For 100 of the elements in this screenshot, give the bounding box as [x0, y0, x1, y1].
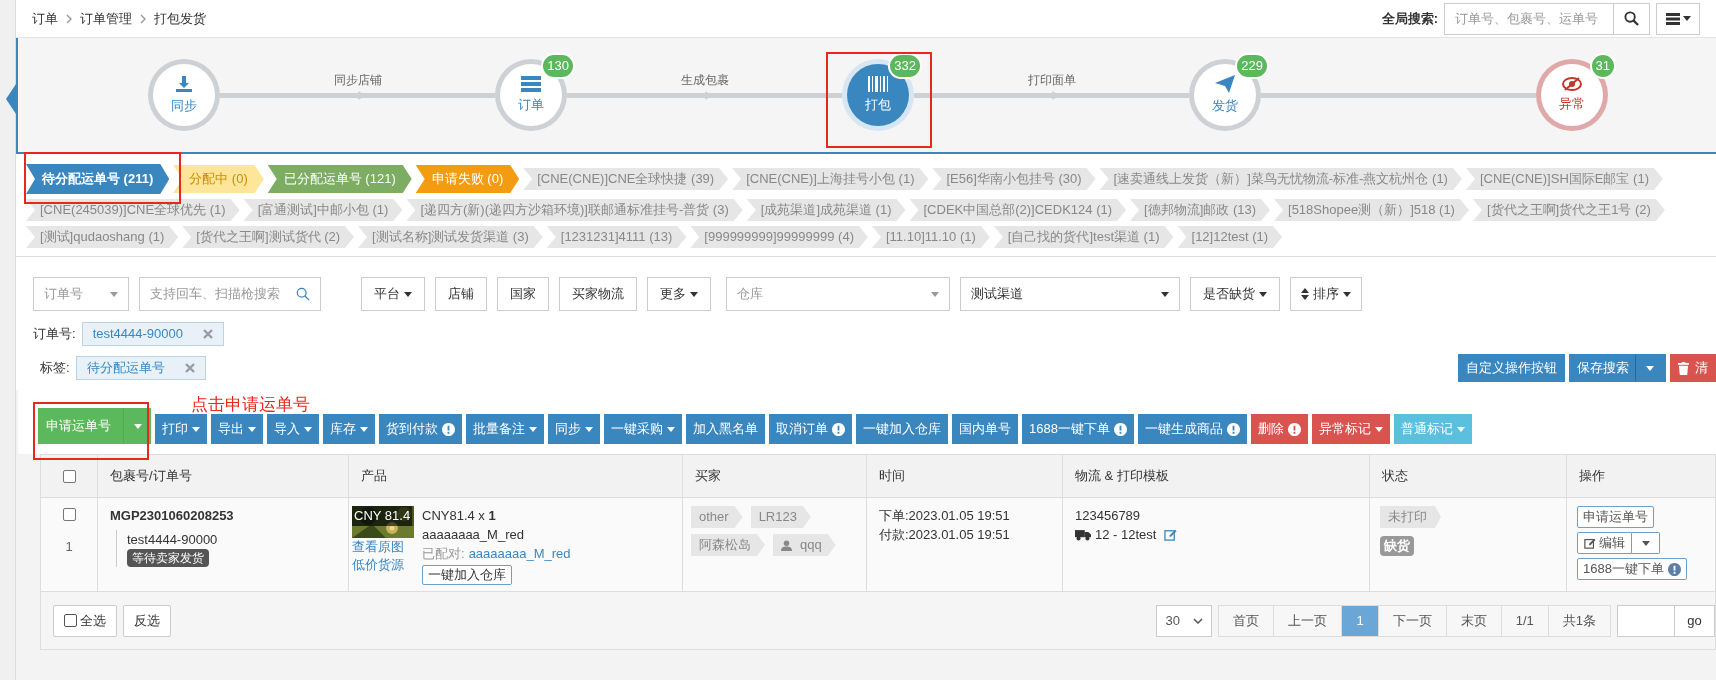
waybill-button[interactable]: 申请运单号 [1577, 506, 1654, 528]
select-field[interactable]: 测试渠道 [960, 277, 1180, 311]
toolbar-button[interactable]: 一键加入仓库 [856, 414, 948, 444]
channel-tag[interactable]: [速卖通线上发货（新）]菜鸟无忧物流-标准-燕文杭州仓 (1) [1099, 168, 1462, 190]
toolbar-button[interactable]: 普通标记 [1393, 414, 1472, 444]
toolbar-button[interactable]: 删除 [1250, 414, 1308, 444]
toolbar-button[interactable]: 取消订单 [769, 414, 852, 444]
channel-tag[interactable]: [CDEK中国总部(2)]CEDK124 (1) [909, 199, 1127, 221]
status-tab[interactable]: 申请失败 (0) [415, 165, 520, 193]
status-tab[interactable]: 分配中 (0) [173, 165, 264, 193]
channel-tag[interactable]: [CNE(245039)]CNE全球优先 (1) [26, 199, 240, 221]
select-field[interactable]: 仓库 [726, 277, 950, 311]
page-button[interactable]: 1 [1342, 604, 1379, 637]
toolbar-button[interactable]: 加入黑名单 [686, 414, 765, 444]
link[interactable]: aaaaaaaa_M_red [468, 544, 571, 563]
page-button[interactable]: 1/1 [1501, 604, 1549, 637]
step-button[interactable]: 同步 [153, 64, 215, 126]
page-button[interactable]: 上一页 [1274, 604, 1343, 637]
channel-tag[interactable]: [测试名称]测试发货渠道 (3) [358, 226, 543, 248]
toolbar-button[interactable]: 一键采购 [604, 414, 682, 444]
channel-tag[interactable]: [德邦物流]邮政 (13) [1130, 199, 1270, 221]
page-size-select[interactable]: 30 [1156, 604, 1213, 637]
filter-button[interactable]: 店铺 [435, 277, 487, 311]
toolbar-button[interactable]: 异常标记 [1311, 414, 1390, 444]
page-button[interactable]: 下一页 [1378, 604, 1447, 637]
action-button[interactable]: 保存搜索 [1569, 354, 1666, 382]
page-button[interactable]: 共1条 [1548, 604, 1611, 637]
connector-label: 同步店铺 [333, 72, 382, 89]
breadcrumb-link[interactable]: 订单 [32, 8, 58, 29]
invert-button[interactable]: 反选 [123, 604, 171, 637]
price-quantity: CNY81.4 x 1 [422, 507, 496, 525]
filter-button[interactable]: 国家 [497, 277, 549, 311]
time-text: 付款:2023.01.05 19:51 [879, 526, 1011, 544]
toolbar-button[interactable]: 库存 [323, 414, 375, 444]
channel-tag[interactable]: [CNE(CNE)]SH国际E邮宝 (1) [1465, 168, 1663, 190]
sort-button[interactable]: 排序 [1290, 277, 1362, 311]
channel-tag[interactable]: [1231231]4111 (13) [546, 226, 687, 248]
toolbar-button[interactable]: 货到付款 [379, 414, 462, 444]
channel-tag[interactable]: [CNE(CNE)]CNE全球快捷 (39) [523, 168, 729, 190]
dropdown-button[interactable]: 是否缺货 [1190, 277, 1280, 311]
breadcrumb-link[interactable]: 打包发货 [154, 8, 206, 29]
dropdown-button[interactable]: 平台 [361, 277, 425, 311]
toolbar-button[interactable]: 导入 [267, 414, 319, 444]
order-status-badge: 等待卖家发货 [127, 549, 209, 567]
callout-text: 点击申请运单号 [191, 394, 310, 416]
order-button[interactable]: 1688一键下单 [1577, 558, 1687, 580]
toolbar-button[interactable]: 申请运单号 [38, 408, 151, 444]
go-button[interactable]: go [1675, 604, 1715, 637]
toolbar-button[interactable]: 国内单号 [952, 414, 1018, 444]
channel-tag[interactable]: [自己找的货代]test渠道 (1) [993, 226, 1174, 248]
status-tab[interactable]: 待分配运单号 (211) [26, 164, 170, 194]
column-header: 物流 & 打印模板 [1075, 467, 1169, 486]
channel-tag[interactable]: [E56]华南小包挂号 (30) [932, 168, 1096, 190]
toolbar-button[interactable]: 打印 [155, 414, 207, 444]
toolbar-button[interactable]: 批量备注 [466, 414, 544, 444]
action-button[interactable]: 自定义操作按钮 [1458, 354, 1565, 382]
add-warehouse-button[interactable]: 一键加入仓库 [422, 565, 512, 585]
search-label: 全局搜索: [1381, 9, 1438, 28]
package-number: MGP2301060208253 [110, 507, 235, 525]
connector-label: 生成包裹 [680, 72, 729, 89]
toolbar-button[interactable]: 1688一键下单 [1022, 414, 1134, 444]
buyer-tag: LR123 [750, 506, 811, 528]
column-header: 包裹号/订单号 [110, 467, 192, 486]
link[interactable]: 低价货源 [352, 556, 414, 574]
channel-tag[interactable]: [货代之王啊]货代之王1号 (2) [1472, 199, 1665, 221]
status-tag: 未打印 [1380, 506, 1441, 528]
channel-tag[interactable]: [999999999]99999999 (4) [690, 226, 868, 248]
select-field[interactable]: 订单号 [33, 277, 129, 311]
count-badge: 130 [541, 53, 575, 79]
toolbar-button[interactable]: 导出 [211, 414, 263, 444]
link[interactable]: 查看原图 [352, 538, 414, 556]
channel-tag[interactable]: [11.10]11.10 (1) [871, 226, 990, 248]
channel-tag[interactable]: [518Shopee测（新）]518 (1) [1274, 199, 1469, 221]
select-all-button[interactable]: 全选 [53, 604, 117, 637]
time-text: 下单:2023.01.05 19:51 [879, 507, 1011, 525]
column-header: 买家 [695, 467, 721, 486]
channel-tag[interactable]: [CNE(CNE)]上海挂号小包 (1) [732, 168, 929, 190]
status-tab[interactable]: 已分配运单号 (121) [267, 165, 412, 193]
breadcrumb-link[interactable]: 订单管理 [80, 8, 132, 29]
page-button[interactable]: 末页 [1446, 604, 1502, 637]
column-header: 时间 [879, 467, 905, 486]
column-header: 产品 [361, 467, 387, 486]
dropdown-button[interactable]: 更多 [647, 277, 711, 311]
channel-tag[interactable]: [12]12test (1) [1177, 226, 1283, 248]
tracking-number: 123456789 [1075, 507, 1142, 525]
edit-button[interactable]: 编辑 [1577, 532, 1632, 554]
toolbar-button[interactable]: 同步 [548, 414, 600, 444]
channel-tag[interactable]: [成苑渠道]成苑渠道 (1) [746, 199, 906, 221]
price-tag: CNY 81.4 [352, 506, 413, 526]
channel-tag[interactable]: [货代之王啊]测试货代 (2) [182, 226, 355, 248]
search-field[interactable]: 支持回车、扫描枪搜索 [139, 277, 321, 311]
toolbar-button[interactable]: 一键生成商品 [1137, 414, 1247, 444]
filter-button[interactable]: 买家物流 [559, 277, 637, 311]
page-button[interactable]: 首页 [1218, 604, 1275, 637]
channel-tag[interactable]: [递四方(新)(递四方沙箱环境)]联邮通标准挂号-普货 (3) [406, 199, 743, 221]
channel-tag[interactable]: [富通测试]中邮小包 (1) [243, 199, 403, 221]
channel-tag[interactable]: [测试]qudaoshang (1) [26, 226, 179, 248]
global-search-field[interactable]: 订单号、包裹号、运单号 [1444, 2, 1614, 35]
filter-label: 标签: [40, 359, 70, 378]
action-button[interactable]: 清 [1670, 354, 1716, 382]
